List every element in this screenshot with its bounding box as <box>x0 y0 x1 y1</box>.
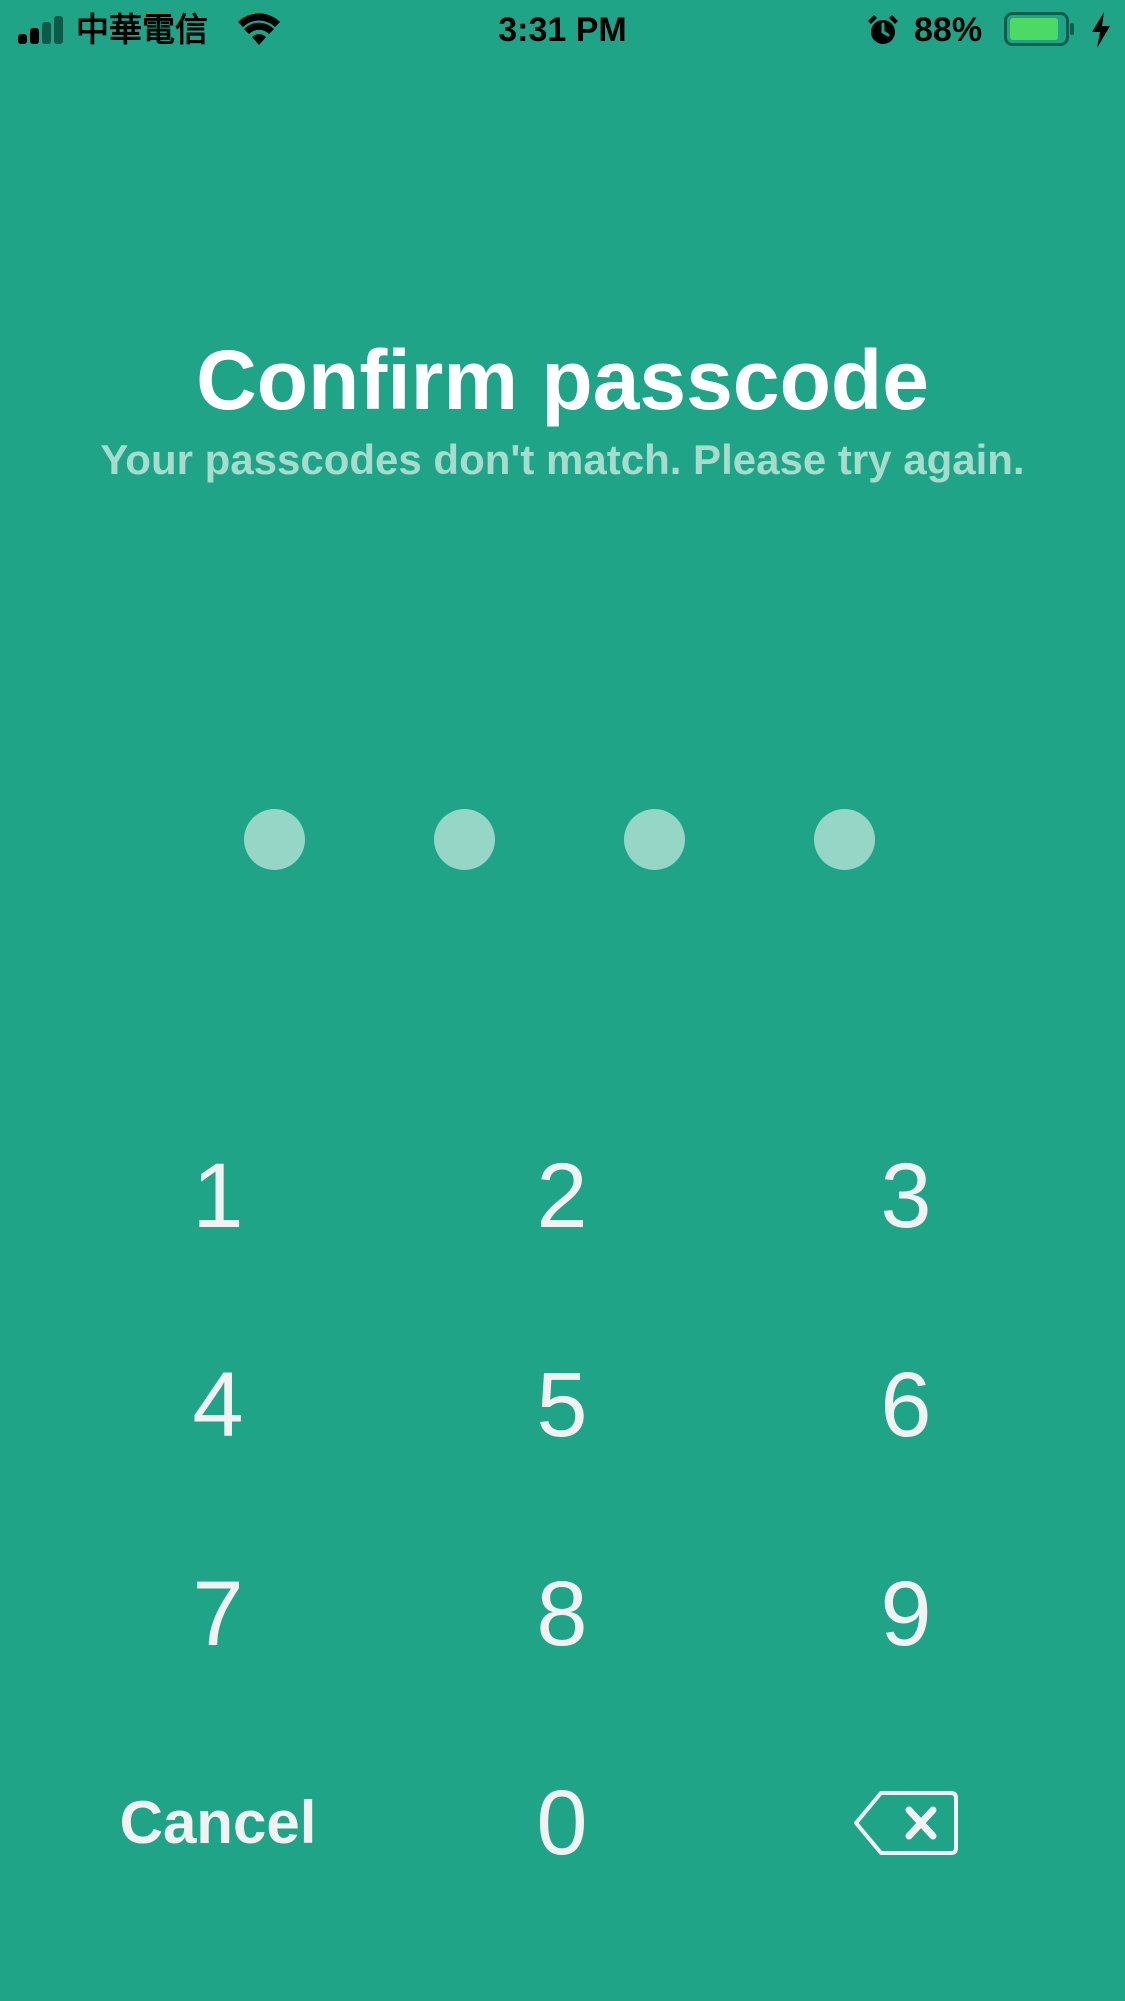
charging-bolt-icon <box>1092 12 1110 48</box>
key-label: 2 <box>536 1145 588 1247</box>
cancel-button[interactable]: Cancel <box>98 1743 338 1903</box>
page-title: Confirm passcode <box>196 333 929 427</box>
key-1[interactable]: 1 <box>98 1116 338 1276</box>
key-label: 1 <box>192 1145 244 1247</box>
key-8[interactable]: 8 <box>442 1534 682 1694</box>
key-4[interactable]: 4 <box>98 1325 338 1485</box>
key-label: 5 <box>536 1354 588 1456</box>
key-label: 9 <box>880 1563 932 1665</box>
key-9[interactable]: 9 <box>786 1534 1026 1694</box>
key-label: 3 <box>880 1145 932 1247</box>
status-bar: 中華電信 3:31 PM 88% <box>0 0 1125 62</box>
cancel-label: Cancel <box>119 1789 317 1856</box>
key-label: 8 <box>536 1563 588 1665</box>
key-label: 4 <box>192 1354 244 1456</box>
key-3[interactable]: 3 <box>786 1116 1026 1276</box>
key-6[interactable]: 6 <box>786 1325 1026 1485</box>
passcode-dot <box>434 809 495 870</box>
passcode-screen: 中華電信 3:31 PM 88% Confirm passcode Your p… <box>0 0 1125 2001</box>
key-label: 0 <box>536 1772 588 1874</box>
key-5[interactable]: 5 <box>442 1325 682 1485</box>
key-label: 7 <box>192 1563 244 1665</box>
delete-button[interactable] <box>786 1743 1026 1903</box>
backspace-icon <box>854 1791 958 1855</box>
key-label: 6 <box>880 1354 932 1456</box>
passcode-dot <box>624 809 685 870</box>
error-message: Your passcodes don't match. Please try a… <box>100 436 1025 483</box>
key-0[interactable]: 0 <box>442 1743 682 1903</box>
key-7[interactable]: 7 <box>98 1534 338 1694</box>
alarm-icon <box>868 15 898 44</box>
battery-icon <box>1004 12 1074 46</box>
passcode-dot <box>244 809 305 870</box>
key-2[interactable]: 2 <box>442 1116 682 1276</box>
passcode-dot <box>814 809 875 870</box>
battery-percentage: 88% <box>914 11 983 49</box>
